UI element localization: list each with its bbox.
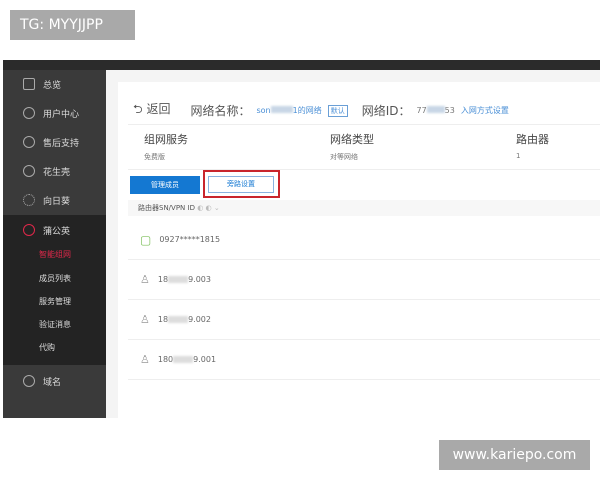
main-panel: ⮌ 返回 网络名称： son 1的网络 默认 网络ID： 77 53 入网方式设置 … <box>118 82 600 418</box>
subitem-purchase[interactable]: 代购 <box>39 342 55 353</box>
list-item[interactable]: ♙ 18 9.002 <box>128 300 600 340</box>
masked <box>270 106 293 113</box>
sidebar: 总览 用户中心 售后支持 花生壳 向日葵 蒲公英 智能组网 成员列表 服务管理 … <box>3 70 106 418</box>
sidebar-label: 蒲公英 <box>43 226 71 237</box>
subitem-service[interactable]: 服务管理 <box>39 296 71 307</box>
user-icon <box>23 107 35 119</box>
sidebar-label: 总览 <box>43 80 62 91</box>
item-prefix: 18 <box>157 315 169 324</box>
default-badge: 默认 <box>327 104 348 117</box>
masked <box>426 106 445 113</box>
item-prefix: 18 <box>157 275 169 284</box>
app-window: 总览 用户中心 售后支持 花生壳 向日葵 蒲公英 智能组网 成员列表 服务管理 … <box>3 60 600 418</box>
item-suffix: 9.003 <box>188 275 211 284</box>
item-suffix: 9.002 <box>188 315 211 324</box>
top-bar <box>3 60 600 70</box>
name-suffix: 1的网络 <box>292 106 322 115</box>
list-item[interactable]: ▢ 0927*****1815 <box>128 220 600 260</box>
user-icon: ♙ <box>140 313 150 326</box>
info-title: 路由器 <box>516 133 549 146</box>
subitem-members[interactable]: 成员列表 <box>39 273 71 284</box>
subitem-verify[interactable]: 验证消息 <box>39 319 71 330</box>
dandelion-icon <box>23 224 35 236</box>
list-header: 路由器SN/VPN ID ◐ ◐ ⌄ <box>128 200 600 216</box>
sidebar-item-support[interactable]: 售后支持 <box>3 130 106 154</box>
watermark: www.kariepo.com <box>439 440 590 470</box>
item-suffix: 9.001 <box>193 355 217 364</box>
sidebar-label: 售后支持 <box>43 138 80 149</box>
id-suffix: 53 <box>444 106 455 115</box>
sidebar-item-overview[interactable]: 总览 <box>3 72 106 96</box>
info-type: 网络类型 对等网络 <box>330 131 374 162</box>
info-value: 对等网络 <box>330 153 358 161</box>
masked <box>173 356 194 363</box>
sidebar-item-domain[interactable]: 域名 <box>3 369 106 393</box>
id-prefix: 77 <box>416 106 427 115</box>
info-title: 组网服务 <box>144 133 188 146</box>
headset-icon <box>23 136 35 148</box>
header: ⮌ 返回 网络名称： son 1的网络 默认 网络ID： 77 53 入网方式设置 <box>133 100 509 121</box>
item-id: 0927*****1815 <box>159 235 221 244</box>
sidebar-label: 向日葵 <box>43 196 71 207</box>
info-panel: 组网服务免费版 网络类型对等网络 路由器 1 <box>128 124 600 170</box>
back-label: 返回 <box>146 102 171 116</box>
sidebar-label: 域名 <box>43 377 62 388</box>
filter-icons[interactable]: ◐ ◐ ⌄ <box>197 204 220 212</box>
user-icon: ♙ <box>140 353 150 366</box>
router-icon: ▢ <box>140 232 152 247</box>
list-item[interactable]: ♙ 180 9.001 <box>128 340 600 380</box>
info-value: 免费版 <box>144 153 165 161</box>
subitem-smart-network[interactable]: 智能组网 <box>39 249 71 260</box>
domain-icon <box>23 375 35 387</box>
sidebar-item-oray[interactable]: 花生壳 <box>3 159 106 183</box>
list-item[interactable]: ♙ 18 9.003 <box>128 260 600 300</box>
name-label: 网络名称： <box>190 104 251 118</box>
item-prefix: 180 <box>157 355 174 364</box>
sidebar-item-user-center[interactable]: 用户中心 <box>3 101 106 125</box>
peanut-icon <box>23 165 35 177</box>
info-value: 1 <box>516 152 521 160</box>
name-prefix: son <box>256 106 271 115</box>
sidebar-label: 用户中心 <box>43 109 80 120</box>
tg-label: TG: MYYJJPP <box>10 10 135 40</box>
dandelion-section: 蒲公英 智能组网 成员列表 服务管理 验证消息 代购 <box>3 215 106 365</box>
info-title: 网络类型 <box>330 133 374 146</box>
sunflower-icon <box>23 194 35 206</box>
network-id: 77 53 <box>416 106 455 115</box>
sidebar-item-dandelion[interactable]: 蒲公英 <box>3 218 106 242</box>
grid-icon <box>23 78 35 90</box>
sidebar-label: 花生壳 <box>43 167 71 178</box>
tab-manage-members[interactable]: 管理成员 <box>130 176 200 194</box>
join-method-link[interactable]: 入网方式设置 <box>461 105 509 116</box>
list-header-label: 路由器SN/VPN ID <box>138 204 195 212</box>
masked <box>168 276 189 283</box>
highlight-box: 旁路设置 <box>203 170 280 198</box>
user-icon: ♙ <box>140 273 150 286</box>
sidebar-item-sunlogin[interactable]: 向日葵 <box>3 188 106 212</box>
back-button[interactable]: ⮌ 返回 <box>133 100 170 121</box>
masked <box>168 316 189 323</box>
id-label: 网络ID： <box>361 104 411 118</box>
info-service: 组网服务 免费版 <box>144 131 188 162</box>
network-name: son 1的网络 <box>256 105 322 116</box>
info-router: 路由器 1 <box>516 131 549 160</box>
tab-bypass-settings[interactable]: 旁路设置 <box>208 176 274 193</box>
